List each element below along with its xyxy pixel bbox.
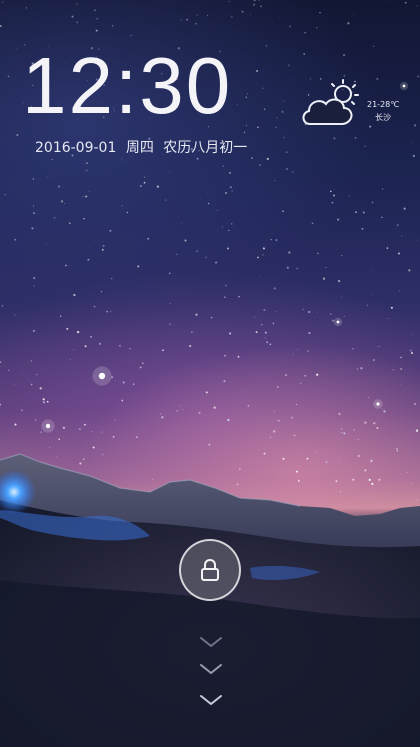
chevron-down-icon xyxy=(200,637,222,647)
date-line: 2016-09-01 周四 农历八月初一 xyxy=(35,137,252,157)
lock-icon xyxy=(201,558,219,581)
chevron-down-icon xyxy=(200,695,222,705)
weather-widget[interactable]: 21-28℃ 长沙 xyxy=(298,76,408,136)
partly-cloudy-icon xyxy=(302,79,359,125)
clock-time: 12:30 xyxy=(22,41,233,130)
swipe-down-hint xyxy=(200,637,222,705)
unlock-button[interactable] xyxy=(179,539,241,601)
weather-city: 长沙 xyxy=(375,113,391,122)
lunar-date: 农历八月初一 xyxy=(163,140,248,156)
weather-temperature: 21-28℃ xyxy=(367,100,400,109)
chevron-down-icon xyxy=(200,664,222,674)
lock-screen: 12:30 2016-09-01 周四 农历八月初一 21-28℃ 长沙 xyxy=(0,0,420,747)
weekday: 周四 xyxy=(125,140,154,156)
date: 2016-09-01 xyxy=(35,140,117,156)
